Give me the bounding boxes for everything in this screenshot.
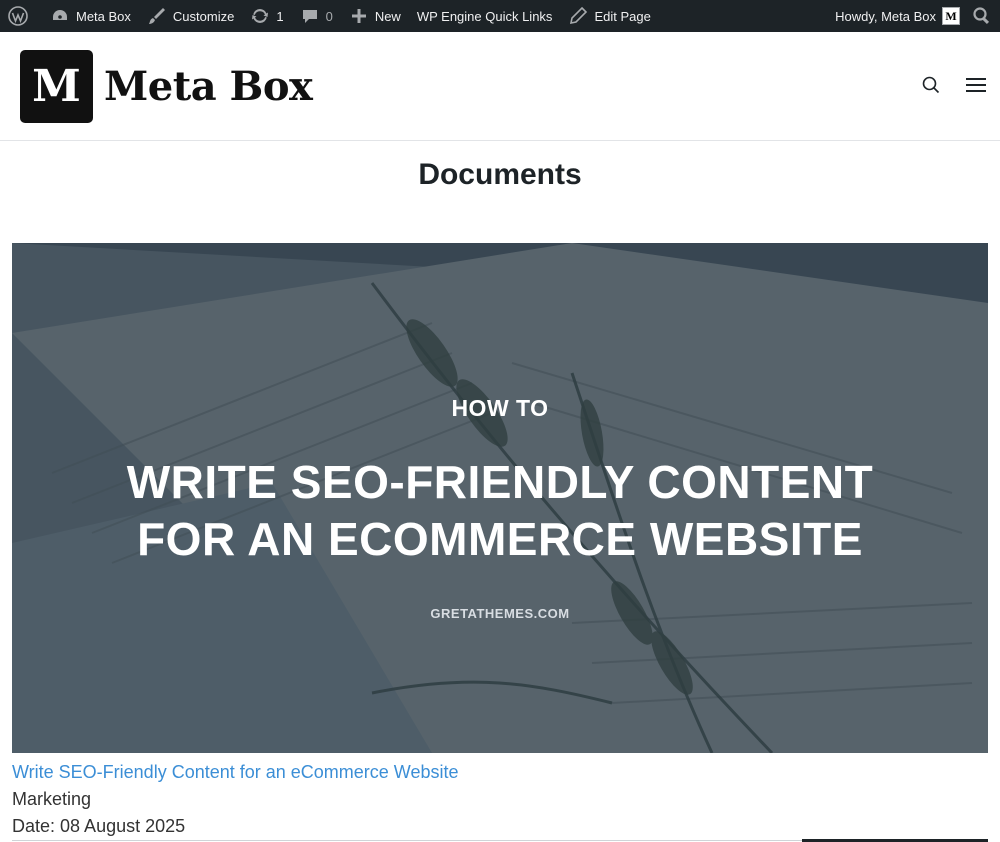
site-name-menu[interactable]: Meta Box xyxy=(42,0,139,32)
site-name-label: Meta Box xyxy=(76,8,131,24)
updates-icon xyxy=(250,6,270,26)
logo-mark: M xyxy=(20,50,93,123)
edit-page-label: Edit Page xyxy=(594,8,651,24)
customize-link[interactable]: Customize xyxy=(139,0,242,32)
image-headline-line1: WRITE SEO-FRIENDLY CONTENT xyxy=(126,456,874,508)
customize-label: Customize xyxy=(172,8,235,24)
new-content-menu[interactable]: New xyxy=(341,0,409,32)
wp-logo-menu[interactable] xyxy=(0,0,42,32)
admin-search-button[interactable] xyxy=(968,0,1000,32)
avatar-letter: M xyxy=(945,8,957,23)
brush-icon xyxy=(147,6,167,26)
site-logo[interactable]: M Meta Box xyxy=(20,50,313,123)
comments-icon xyxy=(300,6,320,26)
plus-icon xyxy=(349,6,369,26)
quick-links-label: WP Engine Quick Links xyxy=(416,8,553,24)
post-date: Date: 08 August 2025 xyxy=(12,816,185,837)
new-label: New xyxy=(374,8,401,24)
edit-page-link[interactable]: Edit Page xyxy=(560,0,658,32)
menu-icon xyxy=(966,77,986,98)
comments-link[interactable]: 0 xyxy=(292,0,341,32)
logo-text: Meta Box xyxy=(104,63,313,110)
my-account-menu[interactable]: Howdy, Meta Box M xyxy=(827,0,968,32)
site-header: M Meta Box xyxy=(0,32,1000,141)
header-menu-button[interactable] xyxy=(964,76,988,98)
post-category: Marketing xyxy=(12,789,92,809)
header-search-button[interactable] xyxy=(920,76,942,98)
post-featured-image[interactable]: HOW TO WRITE SEO-FRIENDLY CONTENT FOR AN… xyxy=(12,243,988,753)
logo-letter: M xyxy=(32,60,81,112)
featured-image-caption: HOW TO WRITE SEO-FRIENDLY CONTENT FOR AN… xyxy=(12,243,988,753)
quick-links-menu[interactable]: WP Engine Quick Links xyxy=(409,0,561,32)
post-title-link[interactable]: Write SEO-Friendly Content for an eComme… xyxy=(12,762,459,783)
wordpress-icon xyxy=(8,6,28,26)
comments-count: 0 xyxy=(325,8,333,24)
admin-bar: Meta Box Customize 1 0 New WP Engine Qui… xyxy=(0,0,1000,32)
updates-count: 1 xyxy=(276,8,284,24)
page-title: Documents xyxy=(418,158,582,191)
pencil-icon xyxy=(568,6,588,26)
post-date-value: 08 August 2025 xyxy=(60,816,186,836)
updates-link[interactable]: 1 xyxy=(242,0,291,32)
howdy-label: Howdy, Meta Box xyxy=(835,8,936,24)
image-how-to-text: HOW TO xyxy=(451,395,549,421)
avatar: M xyxy=(942,7,960,25)
image-headline-line2: FOR AN ECOMMERCE WEBSITE xyxy=(137,513,863,565)
post-date-label: Date: xyxy=(12,816,61,836)
image-domain-text: GRETATHEMES.COM xyxy=(430,606,570,621)
search-icon xyxy=(972,6,992,26)
search-icon xyxy=(922,76,940,99)
dashboard-icon xyxy=(50,6,70,26)
